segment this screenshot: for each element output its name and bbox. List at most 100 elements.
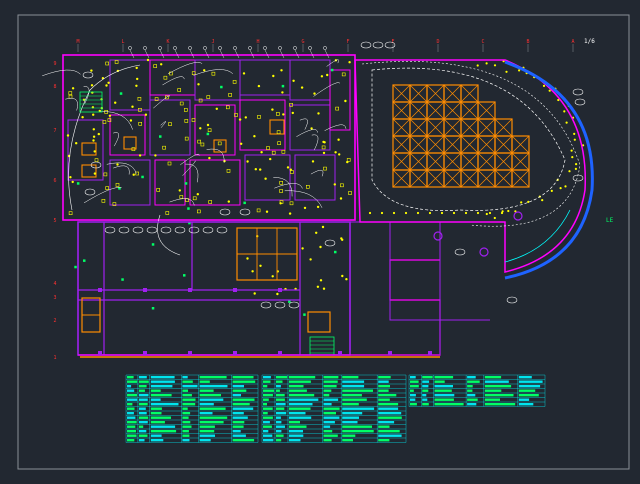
- room-wall: [289, 59, 331, 101]
- table-cell-text: [323, 380, 338, 383]
- light-fixture: [81, 116, 84, 119]
- table-cell-text: [138, 416, 149, 419]
- table-cell-text: [276, 385, 281, 388]
- table-cell-text: [323, 425, 331, 428]
- light-fixture: [485, 62, 488, 65]
- table-cell-text: [127, 385, 132, 388]
- grid-column-tag: K: [166, 39, 169, 45]
- light-fixture: [346, 160, 349, 164]
- table-cell-text: [199, 430, 215, 433]
- table-cell-text: [288, 403, 313, 406]
- top-callout-leader: [219, 49, 225, 59]
- table-cell-text: [410, 380, 419, 383]
- table-cell-text: [288, 394, 315, 397]
- table-cell-text: [434, 385, 453, 388]
- light-fixture: [260, 151, 263, 154]
- table-cell-text: [199, 412, 213, 415]
- emergency-fixture: [83, 259, 86, 262]
- table-cell-text: [150, 425, 176, 428]
- table-cell-text: [263, 416, 273, 419]
- light-fixture: [156, 188, 160, 192]
- table-cell-text: [150, 439, 164, 442]
- table-cell-text: [276, 389, 280, 392]
- table-cell-text: [323, 389, 332, 392]
- callout-bubble: [132, 226, 144, 234]
- light-fixture: [563, 110, 566, 113]
- light-fixture: [135, 66, 138, 70]
- grid-row-tag: 9: [53, 61, 56, 67]
- table-cell-text: [127, 403, 133, 406]
- light-fixture: [75, 142, 78, 145]
- ceiling-grid-brace: [426, 84, 445, 103]
- light-fixture: [452, 211, 456, 215]
- light-fixture: [257, 84, 261, 88]
- cable-run: [299, 118, 308, 130]
- light-fixture: [226, 105, 230, 110]
- light-fixture: [348, 61, 351, 64]
- table-cell-text: [138, 380, 149, 383]
- table-cell-text: [467, 380, 480, 383]
- table-cell-text: [150, 412, 162, 415]
- ceiling-grid-brace: [460, 101, 479, 120]
- top-callout: [173, 46, 177, 50]
- light-fixture: [348, 191, 352, 195]
- light-fixture: [259, 264, 262, 267]
- table-cell-text: [323, 439, 332, 442]
- light-fixture: [197, 83, 200, 86]
- room-wall: [67, 119, 104, 181]
- table-cell-text: [127, 398, 138, 401]
- light-fixture: [271, 150, 276, 155]
- table-cell-text: [263, 434, 273, 437]
- table-cell-text: [378, 425, 390, 428]
- table-cell-text: [232, 403, 250, 406]
- table-cell-text: [342, 425, 372, 428]
- top-callout-leader: [279, 49, 285, 59]
- table-cell-text: [342, 430, 374, 433]
- ceiling-grid-brace: [426, 152, 445, 171]
- table-cell-text: [342, 403, 359, 406]
- table-cell-text: [138, 421, 148, 424]
- table-cell-text: [378, 430, 400, 433]
- ceiling-grid-orange: [392, 84, 530, 188]
- light-fixture: [94, 158, 99, 162]
- table-cell-text: [127, 389, 135, 392]
- table-cell-text: [276, 439, 282, 442]
- emergency-fixture: [330, 68, 334, 72]
- table-cell-text: [288, 439, 301, 442]
- emergency-fixture: [206, 132, 210, 136]
- table-cell-text: [127, 412, 134, 415]
- light-fixture: [315, 231, 318, 234]
- top-callout: [128, 46, 132, 50]
- callout-bubble: [82, 71, 94, 79]
- table-cell-text: [378, 385, 390, 388]
- table-cell-text: [323, 376, 339, 379]
- table-cell-text: [199, 398, 224, 401]
- ceiling-grid-brace: [409, 101, 428, 120]
- emergency-fixture: [187, 207, 190, 210]
- table-cell-text: [199, 394, 221, 397]
- light-fixture: [272, 74, 275, 78]
- table-cell-text: [263, 394, 273, 397]
- structural-column: [143, 351, 147, 355]
- ceiling-grid-brace: [392, 152, 411, 171]
- table-cell-text: [422, 389, 429, 392]
- table-cell-text: [263, 403, 267, 406]
- light-fixture: [279, 189, 283, 193]
- ceiling-grid-brace: [460, 135, 479, 154]
- light-fixture: [542, 84, 546, 87]
- structural-columns: [98, 211, 523, 355]
- table-cell-text: [182, 407, 188, 410]
- light-fixture: [179, 195, 184, 199]
- emergency-fixture: [183, 274, 186, 277]
- light-fixture: [392, 211, 396, 215]
- light-fixture: [68, 91, 73, 95]
- table-cell-text: [263, 380, 271, 383]
- emergency-fixture: [151, 243, 155, 246]
- legend-table: [125, 374, 259, 443]
- grid-row-tag: 6: [53, 178, 56, 184]
- lower-floor-block: [77, 211, 523, 358]
- light-fixture: [184, 119, 189, 123]
- table-cell-text: [342, 380, 365, 383]
- table-cell-text: [288, 385, 304, 388]
- cad-drawing-viewport[interactable]: MLKJHGFEDCBA 987654321 1/6 LE: [0, 0, 640, 480]
